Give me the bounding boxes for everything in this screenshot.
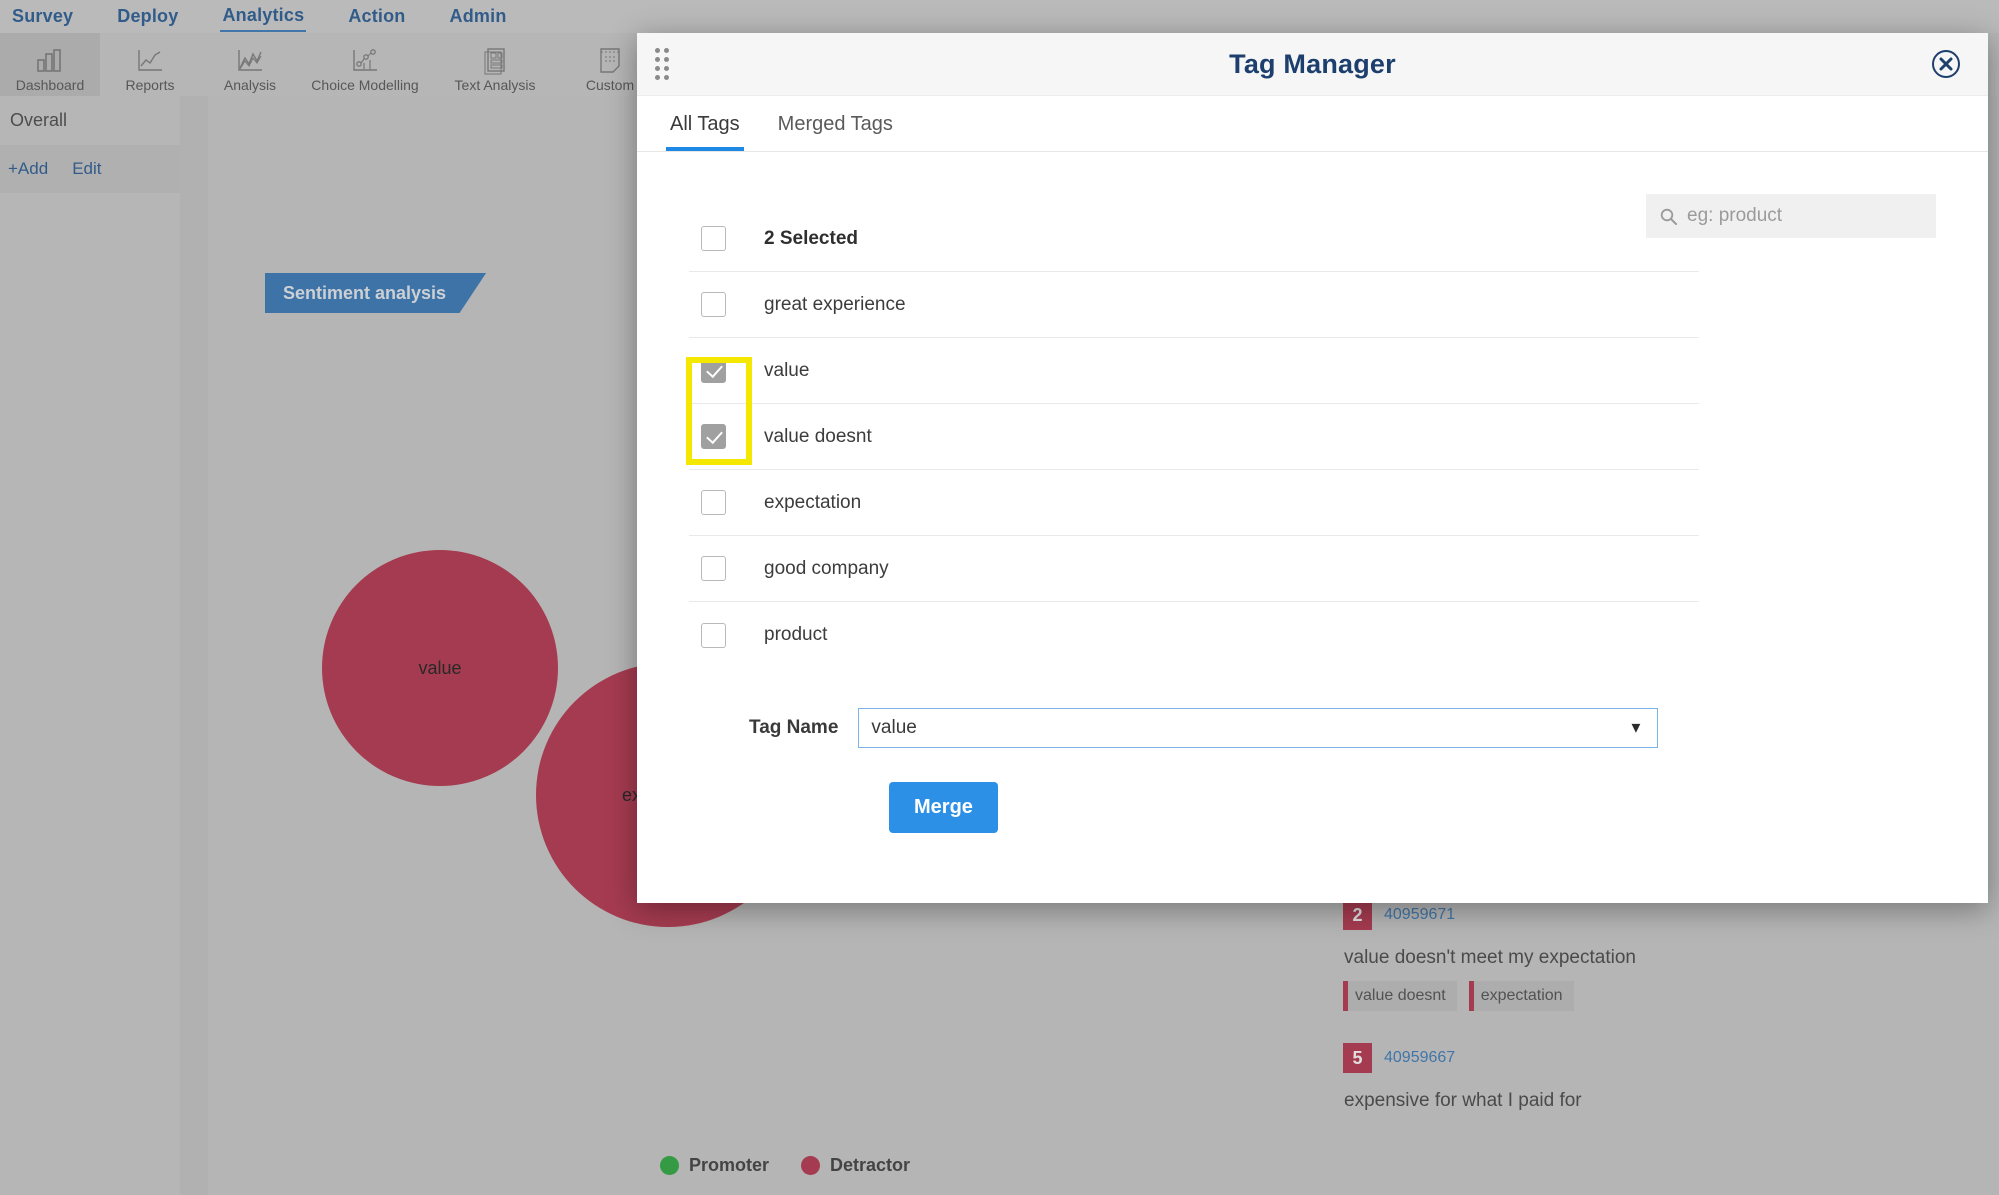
status-badge: 5: [1343, 1043, 1372, 1073]
selected-count-label: 2 Selected: [764, 227, 858, 249]
nav-item-analytics[interactable]: Analytics: [220, 1, 307, 32]
tag-manager-dialog: Tag Manager All Tags Merged Tags eg: pro…: [637, 33, 1988, 903]
tag-checkbox-great-experience[interactable]: [701, 292, 726, 317]
comment-list: 2 40959671 value doesn't meet my expecta…: [1343, 900, 1983, 1144]
tag-checkbox-expectation[interactable]: [701, 490, 726, 515]
close-circle-icon[interactable]: [1931, 49, 1961, 79]
table-row[interactable]: product: [689, 602, 1699, 668]
table-row[interactable]: value doesnt: [689, 404, 1699, 470]
dialog-tabs: All Tags Merged Tags: [637, 96, 1988, 152]
ribbon-item-dashboard[interactable]: Dashboard: [0, 33, 100, 96]
tag-chip[interactable]: expectation: [1468, 981, 1574, 1011]
ribbon-label: Text Analysis: [454, 77, 536, 93]
chevron-down-icon[interactable]: ▼: [1629, 720, 1644, 737]
ribbon-label: Custom: [585, 77, 635, 93]
tag-checkbox-value[interactable]: [701, 358, 726, 383]
edit-button[interactable]: Edit: [72, 159, 101, 179]
scatter-chart-icon: [350, 47, 380, 75]
legend-item-promoter[interactable]: Promoter: [660, 1155, 769, 1176]
sidebar-title: Overall: [10, 110, 68, 130]
merge-button[interactable]: Merge: [889, 782, 998, 833]
merge-action-row: Merge: [689, 782, 1936, 833]
tag-label: good company: [764, 557, 889, 579]
page-curl-icon: [595, 47, 625, 75]
legend-label: Detractor: [830, 1155, 911, 1175]
comment-id-link[interactable]: 40959671: [1384, 906, 1455, 924]
tag-name-combobox[interactable]: ▼: [858, 708, 1659, 748]
bubble-label: value: [418, 657, 462, 678]
tag-checkbox-value-doesnt[interactable]: [701, 424, 726, 449]
bar-chart-icon: [35, 47, 65, 75]
table-row[interactable]: great experience: [689, 272, 1699, 338]
ribbon-label: Choice Modelling: [311, 77, 419, 93]
list-item: 2 40959671 value doesn't meet my expecta…: [1343, 900, 1983, 1011]
status-badge: 2: [1343, 900, 1372, 930]
nav-item-survey[interactable]: Survey: [10, 2, 75, 31]
top-navigation-bar: Survey Deploy Analytics Action Admin: [0, 0, 1999, 33]
tag-name-row: Tag Name ▼: [689, 708, 1936, 748]
search-input[interactable]: [1687, 205, 1922, 227]
tag-label: value: [764, 359, 810, 381]
document-grid-icon: [480, 47, 510, 75]
sentiment-analysis-card-tab[interactable]: Sentiment analysis: [265, 273, 487, 313]
nav-item-admin[interactable]: Admin: [448, 2, 509, 31]
table-row[interactable]: 2 Selected: [689, 206, 1699, 272]
tag-chip[interactable]: value doesnt: [1343, 981, 1457, 1011]
ribbon-label: Reports: [125, 77, 175, 93]
comment-text: expensive for what I paid for: [1344, 1090, 1582, 1111]
bubble-value[interactable]: value: [322, 550, 558, 786]
ribbon-item-reports[interactable]: Reports: [100, 33, 200, 96]
detractor-dot-icon: [801, 1156, 821, 1175]
search-box[interactable]: [1646, 194, 1936, 238]
sidebar-actions: +Add Edit: [0, 145, 180, 193]
tag-checkbox-product[interactable]: [701, 622, 726, 648]
left-sidebar: Overall +Add Edit: [0, 96, 180, 1195]
comment-id-link[interactable]: 40959667: [1384, 1049, 1455, 1067]
dialog-header: Tag Manager: [637, 33, 1988, 96]
comment-header: 5 40959667: [1343, 1043, 1983, 1073]
ribbon-label: Dashboard: [15, 77, 85, 93]
tag-label: expectation: [764, 491, 862, 513]
ribbon-item-choice-modelling[interactable]: Choice Modelling: [300, 33, 430, 96]
ribbon-item-text-analysis[interactable]: Text Analysis: [430, 33, 560, 96]
comment-header: 2 40959671: [1343, 900, 1983, 930]
tag-list: 2 Selected great experience value value …: [689, 206, 1699, 668]
tab-merged-tags[interactable]: Merged Tags: [774, 113, 897, 151]
ribbon-label: Analysis: [223, 77, 277, 93]
chart-legend: Promoter Detractor: [660, 1155, 910, 1176]
promoter-dot-icon: [660, 1156, 679, 1175]
page-title: Tag Manager: [1229, 48, 1396, 79]
legend-label: Promoter: [689, 1155, 770, 1175]
application-window: Survey Deploy Analytics Action Admin Das…: [0, 0, 1999, 1195]
nav-item-action[interactable]: Action: [346, 2, 407, 31]
search-icon: [1660, 208, 1677, 225]
tag-label: value doesnt: [764, 425, 872, 447]
add-button[interactable]: +Add: [8, 159, 48, 179]
nav-item-deploy[interactable]: Deploy: [115, 2, 180, 31]
dialog-body: 2 Selected great experience value value …: [637, 152, 1988, 903]
comment-tags: value doesnt expectation: [1343, 981, 1983, 1011]
tag-label: product: [764, 624, 828, 645]
tag-checkbox-good-company[interactable]: [701, 556, 726, 581]
table-row[interactable]: expectation: [689, 470, 1699, 536]
area-chart-icon: [235, 47, 265, 75]
table-row[interactable]: value: [689, 338, 1699, 404]
comment-text: value doesn't meet my expectation: [1344, 947, 1636, 968]
legend-item-detractor[interactable]: Detractor: [801, 1155, 910, 1176]
tab-all-tags[interactable]: All Tags: [666, 113, 744, 151]
ribbon-item-analysis[interactable]: Analysis: [200, 33, 300, 96]
line-chart-icon: [135, 47, 165, 75]
select-all-checkbox[interactable]: [701, 226, 726, 251]
list-item: 5 40959667 expensive for what I paid for: [1343, 1043, 1983, 1112]
tag-name-input[interactable]: [871, 717, 1646, 739]
tag-name-label: Tag Name: [749, 717, 839, 738]
drag-handle-icon[interactable]: [655, 48, 669, 80]
table-row[interactable]: good company: [689, 536, 1699, 602]
tag-label: great experience: [764, 293, 906, 315]
